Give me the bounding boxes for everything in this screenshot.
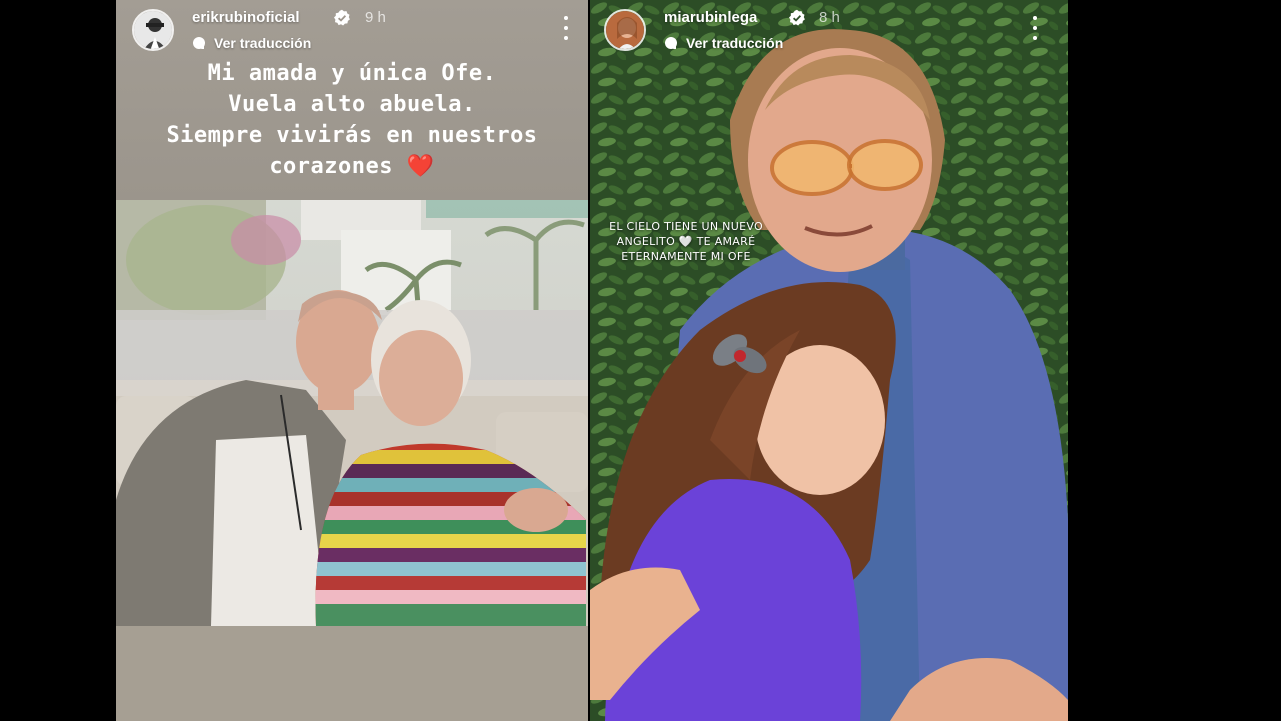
story-overlay-text: EL CIELO TIENE UN NUEVO ANGELITO 🤍 TE AM… [600,219,772,264]
story-caption: Mi amada y única Ofe. Vuela alto abuela.… [116,58,588,182]
overlay-line-3: ETERNAMENTE MI OFE [621,250,751,263]
story-photo-man-and-grandmother [116,200,588,626]
post-time: 8 h [819,9,840,26]
verified-badge-icon [334,9,350,26]
avatar-miarubinlega[interactable] [604,9,646,51]
caption-line-2: Vuela alto abuela. [228,92,476,117]
translate-dot-icon [665,37,677,49]
story-bottom-band [116,626,588,721]
story-right[interactable]: miarubinlega 8 h Ver traducción EL CIELO… [590,0,1068,721]
translate-link[interactable]: Ver traducción [664,34,783,52]
heart-emoji-icon: ❤️ [406,154,435,179]
caption-line-1: Mi amada y única Ofe. [207,61,497,86]
translate-label: Ver traducción [214,35,312,51]
translate-label: Ver traducción [686,35,784,51]
more-options-icon[interactable] [562,16,570,40]
caption-line-4: corazones ❤️ [116,151,588,182]
avatar-erikrubinoficial[interactable] [132,9,174,51]
story-header-right: miarubinlega 8 h Ver traducción [590,0,1068,58]
username[interactable]: miarubinlega [664,9,757,26]
overlay-line-2: ANGELITO 🤍 TE AMARÉ [616,235,756,248]
story-left[interactable]: erikrubinoficial 9 h Ver traducción Mi a… [116,0,588,721]
verified-badge-icon [789,9,805,26]
overlay-line-1: EL CIELO TIENE UN NUEVO [609,220,763,233]
post-time: 9 h [365,9,386,26]
more-options-icon[interactable] [1031,16,1039,40]
caption-line-3: Siempre vivirás en nuestros [166,123,538,148]
translate-link[interactable]: Ver traducción [192,34,311,52]
story-photo-grandmother-and-girl [590,0,1068,721]
username[interactable]: erikrubinoficial [192,9,300,26]
caption-line-4-text: corazones [269,154,394,179]
translate-dot-icon [193,37,205,49]
story-header-left: erikrubinoficial 9 h Ver traducción [116,0,588,58]
